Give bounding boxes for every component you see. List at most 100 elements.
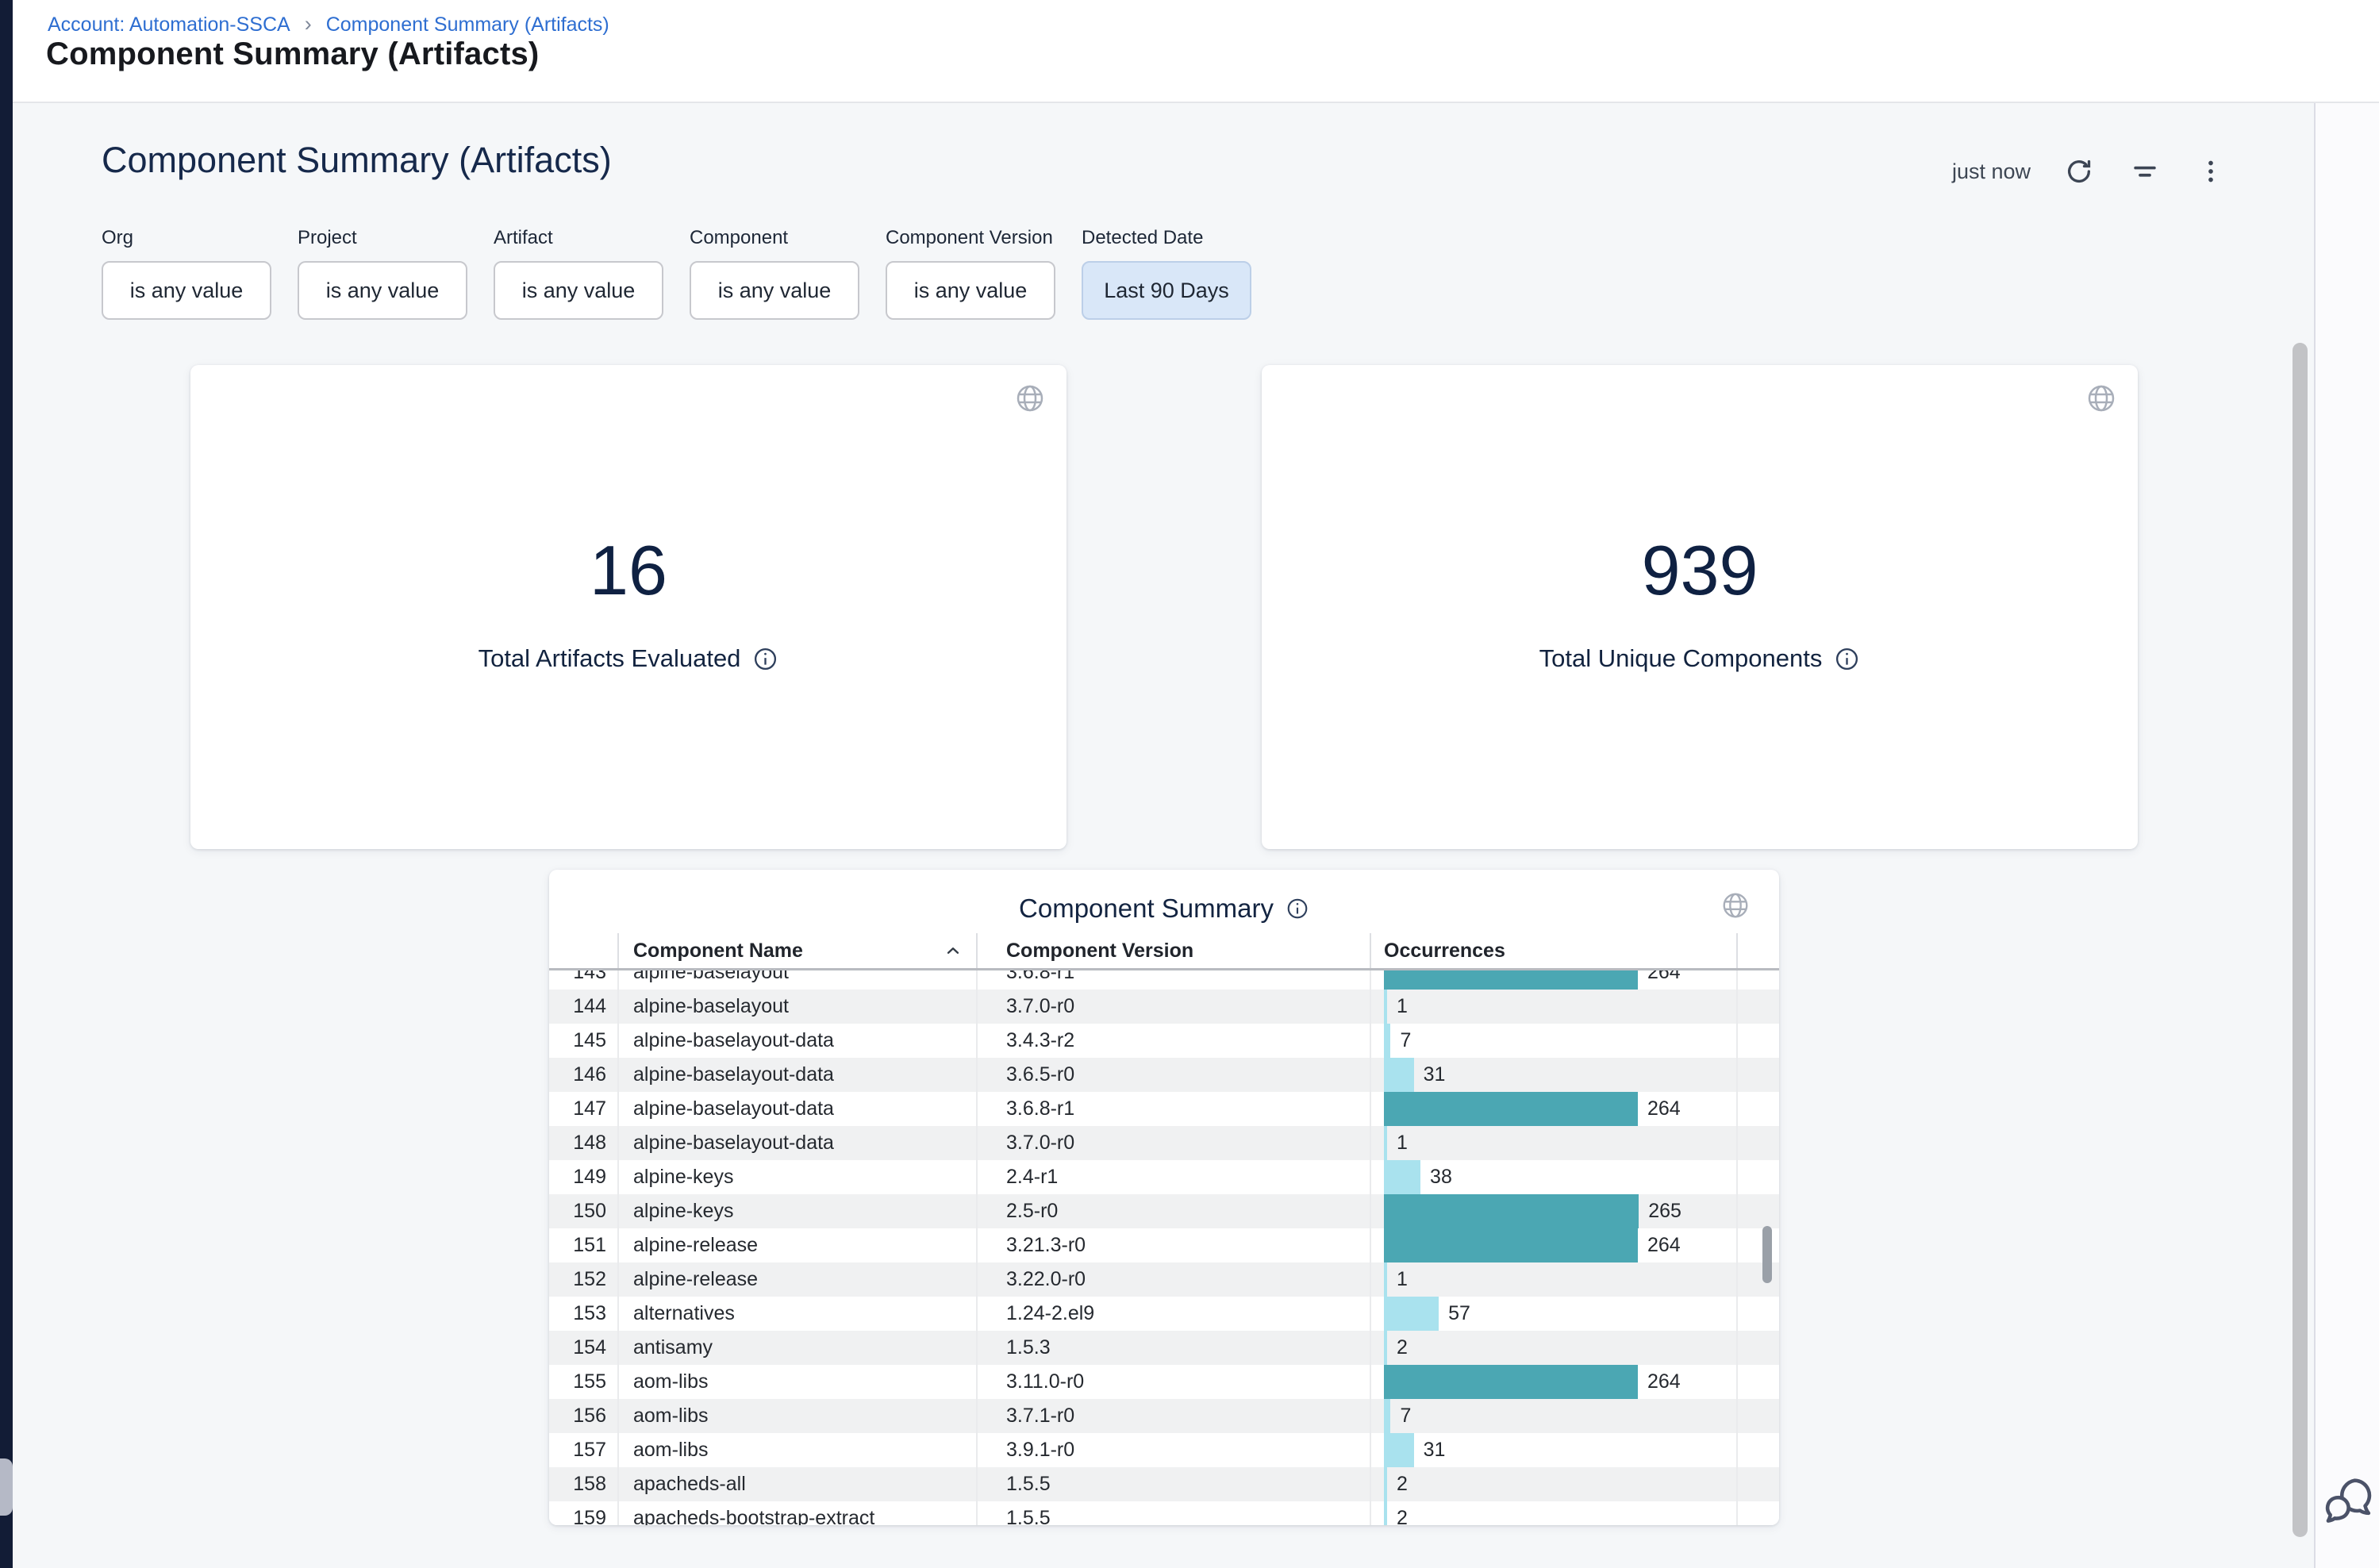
occurrence-bar [1384,1194,1639,1228]
table-row[interactable]: 148 alpine-baselayout-data 3.7.0-r0 1 [549,1126,1779,1160]
filter-value-button[interactable]: is any value [494,261,663,320]
table-row[interactable]: 153 alternatives 1.24-2.el9 57 [549,1297,1779,1331]
more-options-button[interactable] [2193,154,2228,189]
component-version-cell: 3.6.5-r0 [976,1058,1370,1092]
table-row[interactable]: 149 alpine-keys 2.4-r1 38 [549,1160,1779,1194]
occurrence-value: 1 [1397,995,1408,1018]
component-name-cell: aom-libs [617,1365,976,1399]
occurrence-value: 264 [1647,1097,1681,1120]
table-row[interactable]: 155 aom-libs 3.11.0-r0 264 [549,1365,1779,1399]
filter-value-button[interactable]: is any value [886,261,1055,320]
occurrence-value: 7 [1400,1405,1411,1428]
table-row[interactable]: 158 apacheds-all 1.5.5 2 [549,1467,1779,1501]
left-nav-rail [0,0,13,1568]
stat-card: 939 Total Unique Components [1262,365,2138,849]
info-icon[interactable] [752,646,778,672]
info-icon[interactable] [1834,646,1860,672]
globe-icon[interactable] [1014,382,1046,414]
occurrence-bar [1384,1024,1390,1058]
component-version-cell: 1.5.5 [976,1467,1370,1501]
occurrence-bar [1384,1365,1638,1399]
breadcrumb-account-link[interactable]: Account: Automation-SSCA [48,13,290,37]
breadcrumb-current-link[interactable]: Component Summary (Artifacts) [326,13,609,37]
component-name-cell: alpine-baselayout-data [617,1126,976,1160]
occurrence-bar [1384,1501,1387,1525]
filter-label: Org [102,227,271,249]
row-number: 159 [549,1501,617,1525]
column-header-component-version[interactable]: Component Version [976,933,1370,968]
nav-rail-handle[interactable] [0,1458,13,1516]
component-name-cell: alpine-release [617,1228,976,1262]
component-name-cell: alpine-release [617,1262,976,1297]
dashboard-filters-button[interactable] [2127,154,2162,189]
column-header-component-name[interactable]: Component Name [617,933,976,968]
table-row[interactable]: 154 antisamy 1.5.3 2 [549,1331,1779,1365]
table-row[interactable]: 150 alpine-keys 2.5-r0 265 [549,1194,1779,1228]
occurrence-bar [1384,1433,1414,1467]
filter-bar: Org is any value Project is any value Ar… [102,227,1251,320]
table-row[interactable]: 143 alpine-baselayout 3.6.8-r1 264 [549,970,1779,990]
table-row[interactable]: 146 alpine-baselayout-data 3.6.5-r0 31 [549,1058,1779,1092]
dashboard-canvas: Component Summary (Artifacts) just now [13,103,2316,1568]
occurrences-cell: 264 [1370,1365,1738,1399]
table-row[interactable]: 156 aom-libs 3.7.1-r0 7 [549,1399,1779,1433]
globe-icon[interactable] [2085,382,2117,414]
filter-control: Component Version is any value [886,227,1055,320]
stat-cards-row: 16 Total Artifacts Evaluated 939 Total U… [190,365,2138,849]
column-header-occurrences[interactable]: Occurrences [1370,933,1738,968]
table-row[interactable]: 152 alpine-release 3.22.0-r0 1 [549,1262,1779,1297]
occurrence-bar [1384,970,1638,990]
component-version-cell: 1.5.3 [976,1331,1370,1365]
filter-label: Component Version [886,227,1055,249]
row-number: 143 [549,970,617,990]
filter-value-button[interactable]: Last 90 Days [1082,261,1251,320]
occurrence-value: 1 [1397,1132,1408,1155]
filter-label: Project [298,227,467,249]
component-version-cell: 2.5-r0 [976,1194,1370,1228]
column-header-row-number [549,933,617,968]
component-name-cell: alpine-keys [617,1194,976,1228]
stat-value: 939 [1262,530,2138,611]
component-version-cell: 1.24-2.el9 [976,1297,1370,1331]
table-scrollbar-thumb[interactable] [1762,1226,1772,1283]
table-row[interactable]: 157 aom-libs 3.9.1-r0 31 [549,1433,1779,1467]
stat-label: Total Artifacts Evaluated [478,644,741,673]
row-number: 154 [549,1331,617,1365]
row-number: 145 [549,1024,617,1058]
row-number: 157 [549,1433,617,1467]
sort-ascending-icon[interactable] [943,940,963,961]
component-version-cell: 1.5.5 [976,1501,1370,1525]
table-row[interactable]: 159 apacheds-bootstrap-extract 1.5.5 2 [549,1501,1779,1525]
chat-support-icon[interactable] [2320,1473,2376,1528]
filter-value-button[interactable]: is any value [298,261,467,320]
occurrences-cell: 1 [1370,990,1738,1024]
row-number: 149 [549,1160,617,1194]
header-scroll-shadow [549,968,1779,970]
row-number: 144 [549,990,617,1024]
component-name-cell: antisamy [617,1331,976,1365]
occurrence-value: 264 [1647,1370,1681,1393]
occurrence-bar [1384,1262,1387,1297]
filter-control: Org is any value [102,227,271,320]
table-row[interactable]: 145 alpine-baselayout-data 3.4.3-r2 7 [549,1024,1779,1058]
occurrences-cell: 38 [1370,1160,1738,1194]
refresh-button[interactable] [2062,154,2097,189]
occurrence-value: 264 [1647,1234,1681,1257]
page-scrollbar-thumb[interactable] [2293,343,2308,1537]
component-version-cell: 3.22.0-r0 [976,1262,1370,1297]
occurrences-cell: 2 [1370,1501,1738,1525]
info-icon[interactable] [1286,897,1309,920]
component-name-cell: alternatives [617,1297,976,1331]
page-header: Account: Automation-SSCA › Component Sum… [13,0,2379,103]
table-row[interactable]: 144 alpine-baselayout 3.7.0-r0 1 [549,990,1779,1024]
table-row[interactable]: 151 alpine-release 3.21.3-r0 264 [549,1228,1779,1262]
occurrence-value: 265 [1648,1200,1681,1223]
occurrence-value: 7 [1400,1029,1411,1052]
occurrence-bar [1384,1399,1390,1433]
filter-label: Component [690,227,859,249]
occurrences-cell: 7 [1370,1399,1738,1433]
filter-value-button[interactable]: is any value [690,261,859,320]
filter-value-button[interactable]: is any value [102,261,271,320]
occurrences-cell: 7 [1370,1024,1738,1058]
table-row[interactable]: 147 alpine-baselayout-data 3.6.8-r1 264 [549,1092,1779,1126]
